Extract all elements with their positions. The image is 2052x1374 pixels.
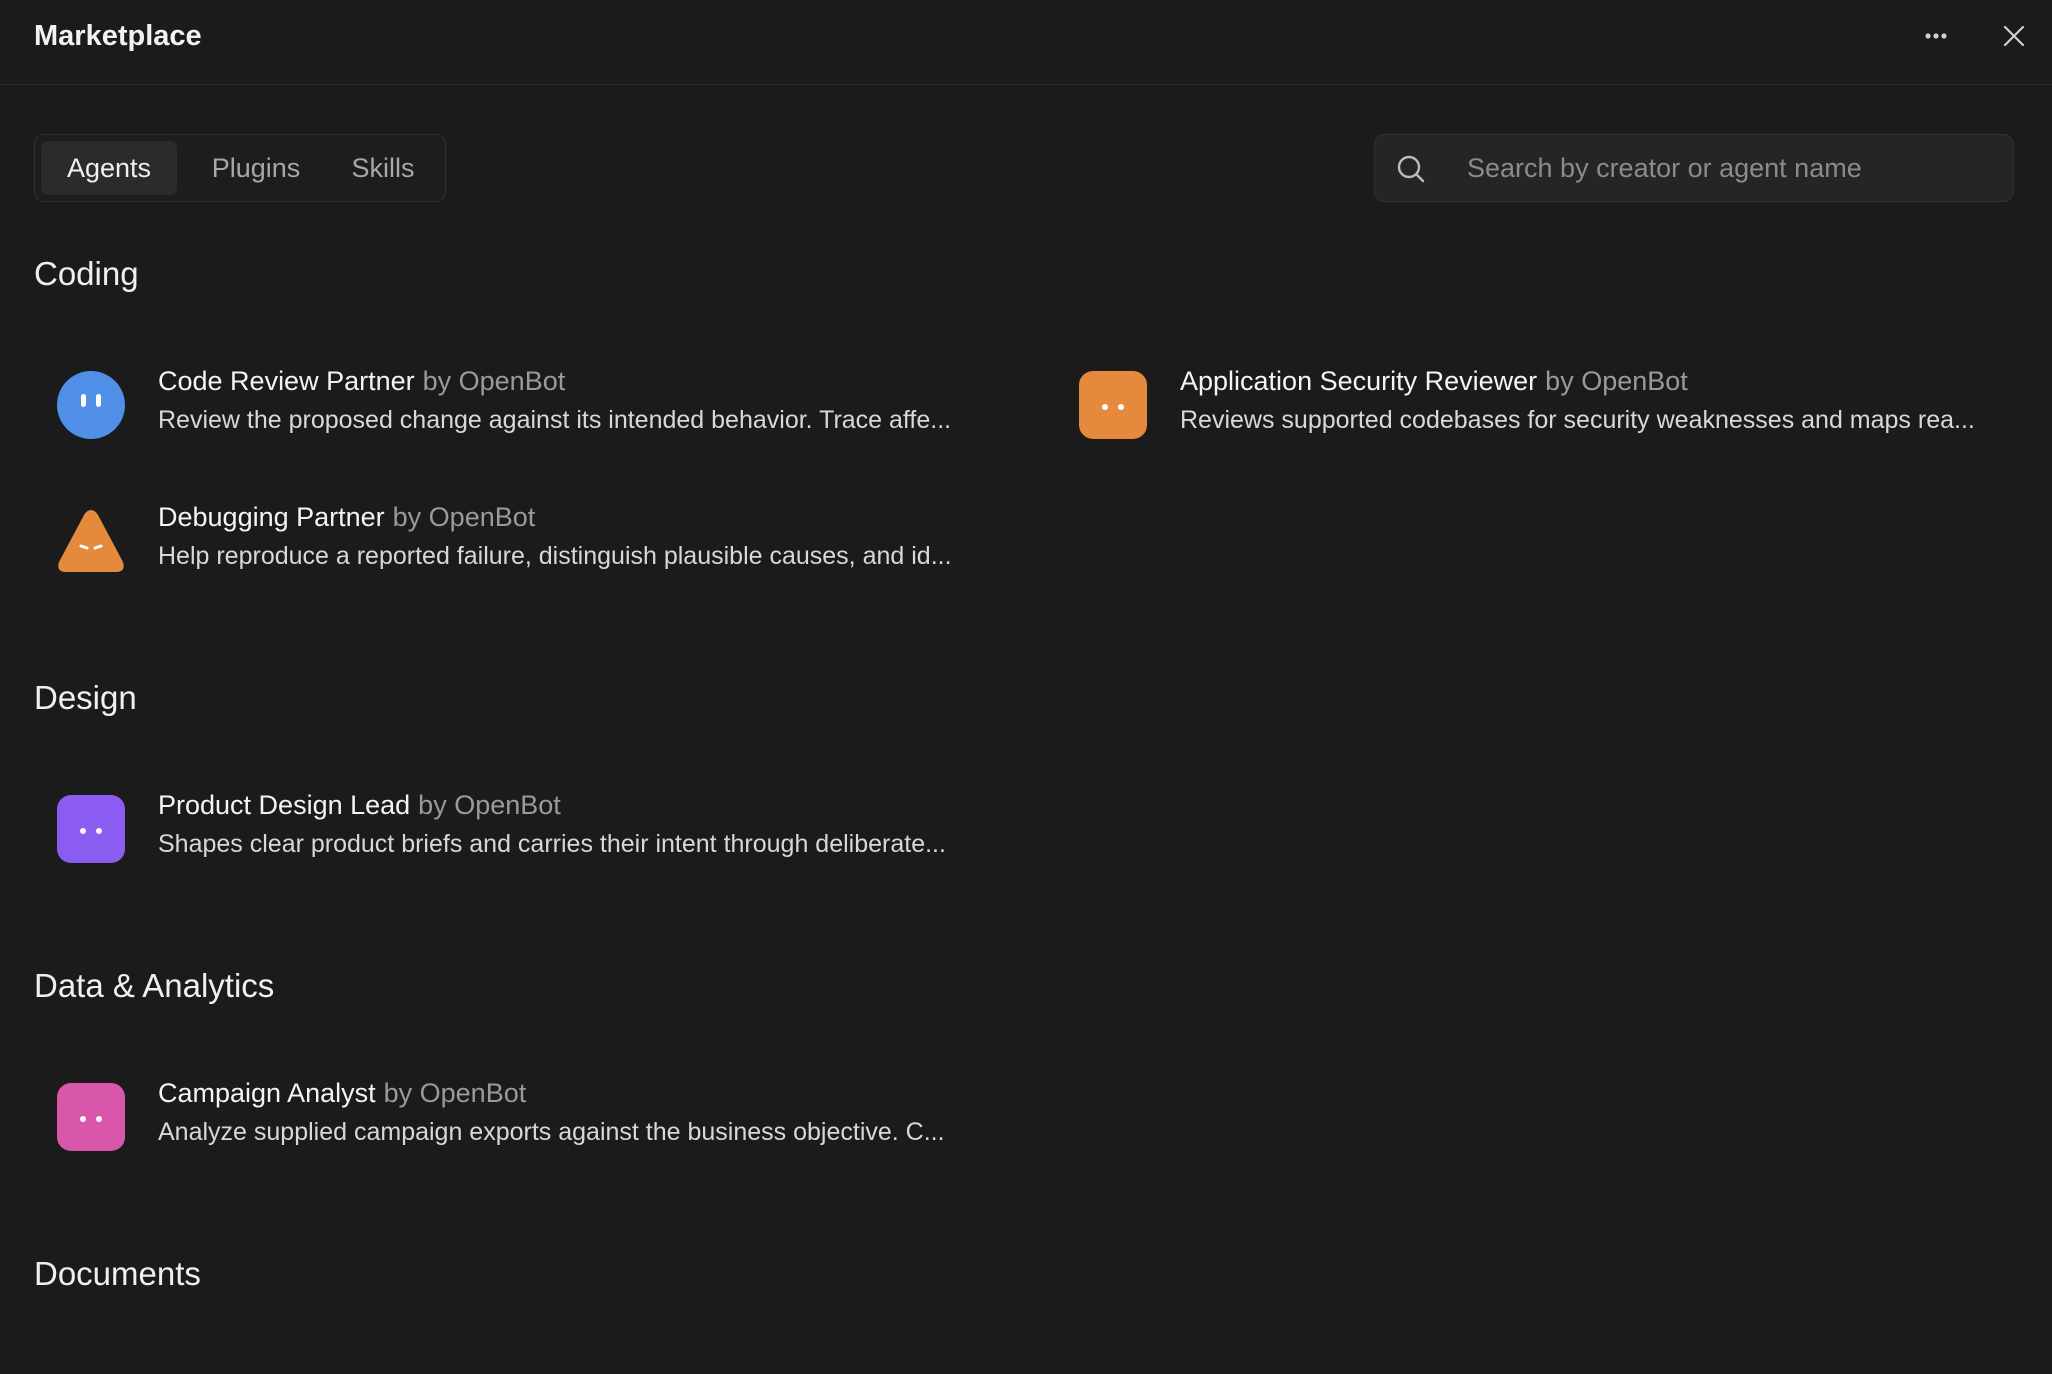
agent-card-product-design-lead[interactable]: Product Design Lead by OpenBot Shapes cle… xyxy=(34,778,1024,878)
agent-title-line: Code Review Partner by OpenBot xyxy=(158,364,565,398)
agent-avatar-icon xyxy=(57,795,125,863)
agent-avatar-icon xyxy=(58,510,124,572)
tab-agents[interactable]: Agents xyxy=(41,141,177,195)
agent-title-line: Application Security Reviewer by OpenBot xyxy=(1180,364,1688,398)
agent-creator: by OpenBot xyxy=(383,1078,527,1108)
agent-avatar-icon xyxy=(1079,371,1147,439)
agent-description: Shapes clear product briefs and carries … xyxy=(158,830,946,858)
agent-card-debugging-partner[interactable]: Debugging Partner by OpenBot Help reprodu… xyxy=(34,490,1024,590)
agent-name: Application Security Reviewer xyxy=(1180,366,1538,396)
agent-description: Review the proposed change against its i… xyxy=(158,406,952,434)
agent-description: Reviews supported codebases for security… xyxy=(1180,406,1975,434)
marketplace-tabs: Agents Plugins Skills xyxy=(34,134,446,202)
agent-description: Help reproduce a reported failure, disti… xyxy=(158,542,952,570)
search-icon xyxy=(1397,155,1425,183)
tab-skills[interactable]: Skills xyxy=(331,141,435,195)
header: Marketplace xyxy=(0,0,2052,85)
section-title-data-analytics: Data & Analytics xyxy=(34,967,275,1004)
agent-title-line: Debugging Partner by OpenBot xyxy=(158,500,535,534)
tab-plugins[interactable]: Plugins xyxy=(191,141,321,195)
agent-name: Campaign Analyst xyxy=(158,1078,376,1108)
agent-avatar-icon xyxy=(57,1083,125,1151)
agent-creator: by OpenBot xyxy=(418,790,561,820)
agent-name: Product Design Lead xyxy=(158,790,411,820)
agent-description: Analyze supplied campaign exports agains… xyxy=(158,1118,945,1146)
search-input[interactable] xyxy=(1465,145,1995,191)
agent-card-application-security-reviewer[interactable]: Application Security Reviewer by OpenBot … xyxy=(1056,354,2046,454)
agent-creator: by OpenBot xyxy=(422,366,566,396)
agent-name: Debugging Partner xyxy=(158,502,385,532)
search-box[interactable] xyxy=(1374,134,2014,202)
page-title: Marketplace xyxy=(34,20,202,52)
agent-name: Code Review Partner xyxy=(158,366,415,396)
agent-creator: by OpenBot xyxy=(392,502,536,532)
agent-title-line: Product Design Lead by OpenBot xyxy=(158,788,561,822)
agent-card-code-review-partner[interactable]: Code Review Partner by OpenBot Review the… xyxy=(34,354,1024,454)
section-title-coding: Coding xyxy=(34,255,139,292)
agent-title-line: Campaign Analyst by OpenBot xyxy=(158,1076,526,1110)
close-button[interactable] xyxy=(1994,16,2034,56)
agent-avatar-icon xyxy=(57,371,125,439)
agent-card-campaign-analyst[interactable]: Campaign Analyst by OpenBot Analyze suppl… xyxy=(34,1066,1024,1166)
agent-creator: by OpenBot xyxy=(1545,366,1688,396)
more-horizontal-icon xyxy=(1925,33,1947,39)
close-icon xyxy=(2003,25,2025,47)
section-title-design: Design xyxy=(34,679,137,716)
more-options-button[interactable] xyxy=(1916,16,1956,56)
section-title-documents: Documents xyxy=(34,1255,201,1292)
